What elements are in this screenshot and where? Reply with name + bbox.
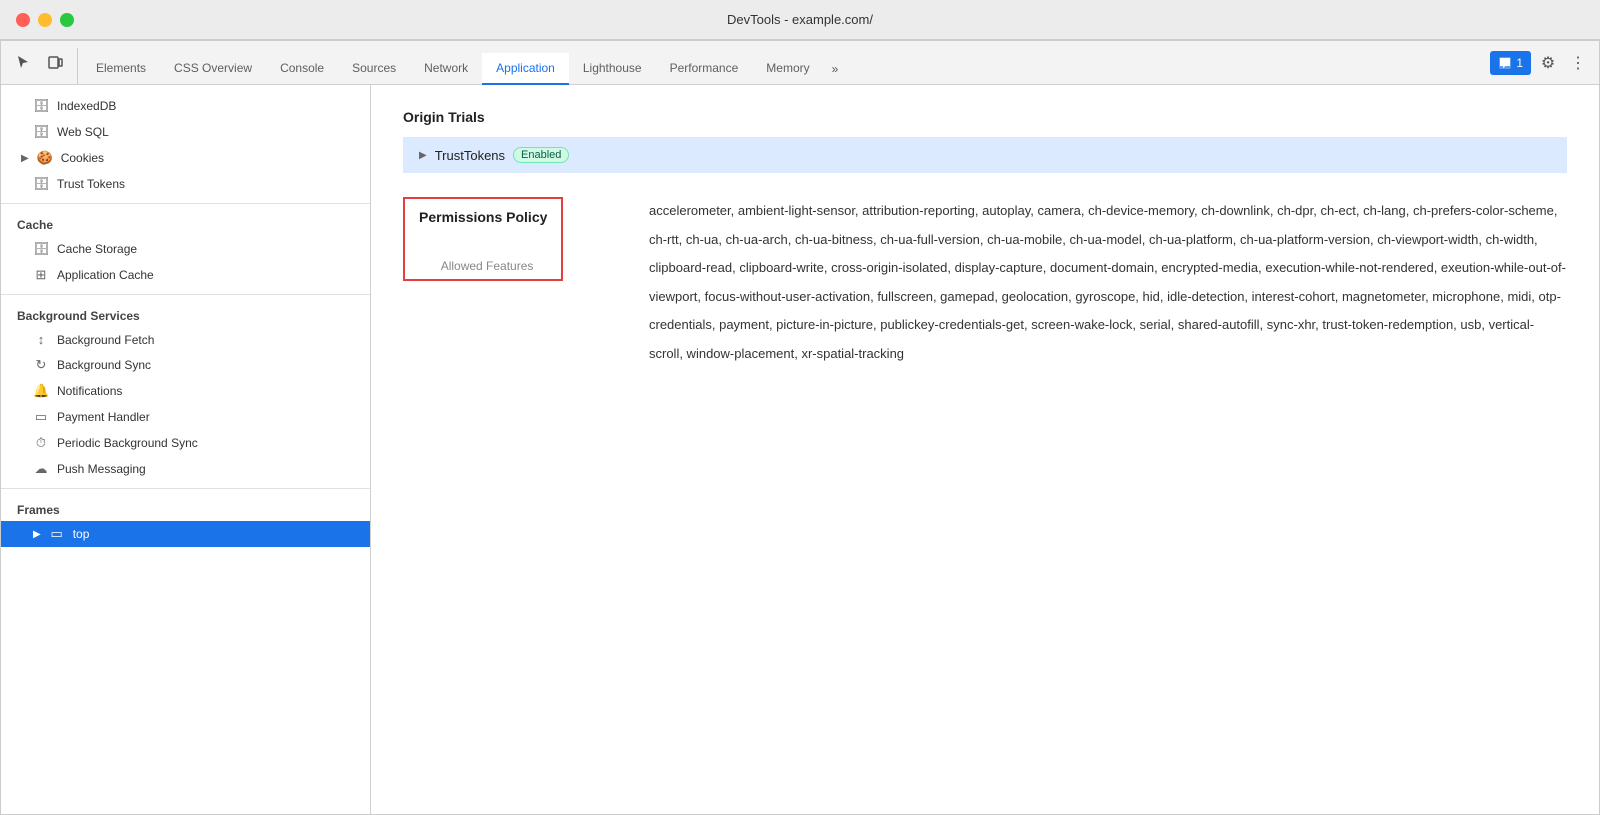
- tab-elements[interactable]: Elements: [82, 53, 160, 85]
- frames-section-header: Frames: [1, 495, 370, 521]
- permissions-label-col: Permissions Policy Allowed Features: [403, 197, 633, 369]
- sidebar: 🗄 IndexedDB 🗄 Web SQL ▶ 🍪 Cookies 🗄 Trus…: [1, 85, 371, 814]
- enabled-badge: Enabled: [513, 147, 569, 163]
- clock-icon: ⏱: [33, 435, 49, 451]
- sidebar-item-payment-handler[interactable]: ▭ Payment Handler: [1, 404, 370, 430]
- cache-section-header: Cache: [1, 210, 370, 236]
- bell-icon: 🔔: [33, 383, 49, 399]
- sidebar-item-notifications[interactable]: 🔔 Notifications: [1, 378, 370, 404]
- sidebar-item-trusttokens[interactable]: 🗄 Trust Tokens: [1, 171, 370, 197]
- permissions-table: Permissions Policy Allowed Features acce…: [403, 197, 1567, 369]
- notification-badge[interactable]: 1: [1490, 51, 1531, 75]
- database-icon: 🗄: [33, 241, 49, 257]
- sidebar-item-cache-storage[interactable]: 🗄 Cache Storage: [1, 236, 370, 262]
- arrow-right-icon: ▶: [21, 153, 29, 164]
- sidebar-item-indexeddb[interactable]: 🗄 IndexedDB: [1, 93, 370, 119]
- window-title: DevTools - example.com/: [727, 12, 873, 27]
- more-button[interactable]: ⋮: [1565, 50, 1591, 76]
- sidebar-item-periodic-bg-sync[interactable]: ⏱ Periodic Background Sync: [1, 430, 370, 456]
- tab-sources[interactable]: Sources: [338, 53, 410, 85]
- content-panel: Origin Trials ▶ TrustTokens Enabled Perm…: [371, 85, 1599, 814]
- divider: [1, 488, 370, 489]
- permissions-title-box: Permissions Policy Allowed Features: [403, 197, 563, 281]
- tab-lighthouse[interactable]: Lighthouse: [569, 53, 656, 85]
- cookies-icon: 🍪: [37, 150, 53, 166]
- sidebar-item-top[interactable]: ▶ ▭ top: [1, 521, 370, 547]
- grid-icon: ⊞: [33, 267, 49, 283]
- frame-icon: ▭: [49, 526, 65, 542]
- tab-bar-right: 1 ⚙ ⋮: [1490, 50, 1599, 84]
- maximize-button[interactable]: [60, 13, 74, 27]
- tab-overflow-button[interactable]: »: [824, 53, 847, 85]
- sidebar-item-app-cache[interactable]: ⊞ Application Cache: [1, 262, 370, 288]
- database-icon: 🗄: [33, 124, 49, 140]
- bg-services-section-header: Background Services: [1, 301, 370, 327]
- tab-memory[interactable]: Memory: [752, 53, 823, 85]
- tab-css-overview[interactable]: CSS Overview: [160, 53, 266, 85]
- tab-bar-icons: [9, 48, 78, 84]
- sync-icon: ↻: [33, 357, 49, 373]
- divider: [1, 203, 370, 204]
- allowed-features-label: Allowed Features: [419, 255, 547, 273]
- tab-console[interactable]: Console: [266, 53, 338, 85]
- fetch-icon: ↕: [33, 332, 49, 347]
- minimize-button[interactable]: [38, 13, 52, 27]
- arrow-right-icon: ▶: [33, 529, 41, 540]
- sidebar-item-cookies[interactable]: ▶ 🍪 Cookies: [1, 145, 370, 171]
- permissions-value-col: accelerometer, ambient-light-sensor, att…: [633, 197, 1567, 369]
- settings-button[interactable]: ⚙: [1535, 50, 1561, 76]
- sidebar-item-push-messaging[interactable]: ☁ Push Messaging: [1, 456, 370, 482]
- database-icon: 🗄: [33, 98, 49, 114]
- device-icon[interactable]: [41, 48, 69, 76]
- tab-bar: Elements CSS Overview Console Sources Ne…: [1, 41, 1599, 85]
- divider: [1, 294, 370, 295]
- window-controls: [16, 13, 74, 27]
- sidebar-item-websql[interactable]: 🗄 Web SQL: [1, 119, 370, 145]
- tab-performance[interactable]: Performance: [656, 53, 753, 85]
- tab-application[interactable]: Application: [482, 53, 569, 85]
- allowed-features-text: accelerometer, ambient-light-sensor, att…: [649, 197, 1567, 369]
- tab-network[interactable]: Network: [410, 53, 482, 85]
- arrow-right-icon: ▶: [419, 150, 427, 161]
- main-area: 🗄 IndexedDB 🗄 Web SQL ▶ 🍪 Cookies 🗄 Trus…: [1, 85, 1599, 814]
- close-button[interactable]: [16, 13, 30, 27]
- trust-tokens-row[interactable]: ▶ TrustTokens Enabled: [403, 137, 1567, 173]
- payment-icon: ▭: [33, 409, 49, 425]
- cursor-icon[interactable]: [9, 48, 37, 76]
- devtools-window: Elements CSS Overview Console Sources Ne…: [0, 40, 1600, 815]
- database-icon: 🗄: [33, 176, 49, 192]
- permissions-policy-title: Permissions Policy: [419, 209, 547, 225]
- permissions-policy-section: Permissions Policy Allowed Features acce…: [403, 197, 1567, 369]
- sidebar-item-bg-fetch[interactable]: ↕ Background Fetch: [1, 327, 370, 352]
- trust-tokens-label: TrustTokens: [435, 148, 505, 163]
- origin-trials-title: Origin Trials: [403, 109, 1567, 125]
- cloud-icon: ☁: [33, 461, 49, 477]
- title-bar: DevTools - example.com/: [0, 0, 1600, 40]
- sidebar-item-bg-sync[interactable]: ↻ Background Sync: [1, 352, 370, 378]
